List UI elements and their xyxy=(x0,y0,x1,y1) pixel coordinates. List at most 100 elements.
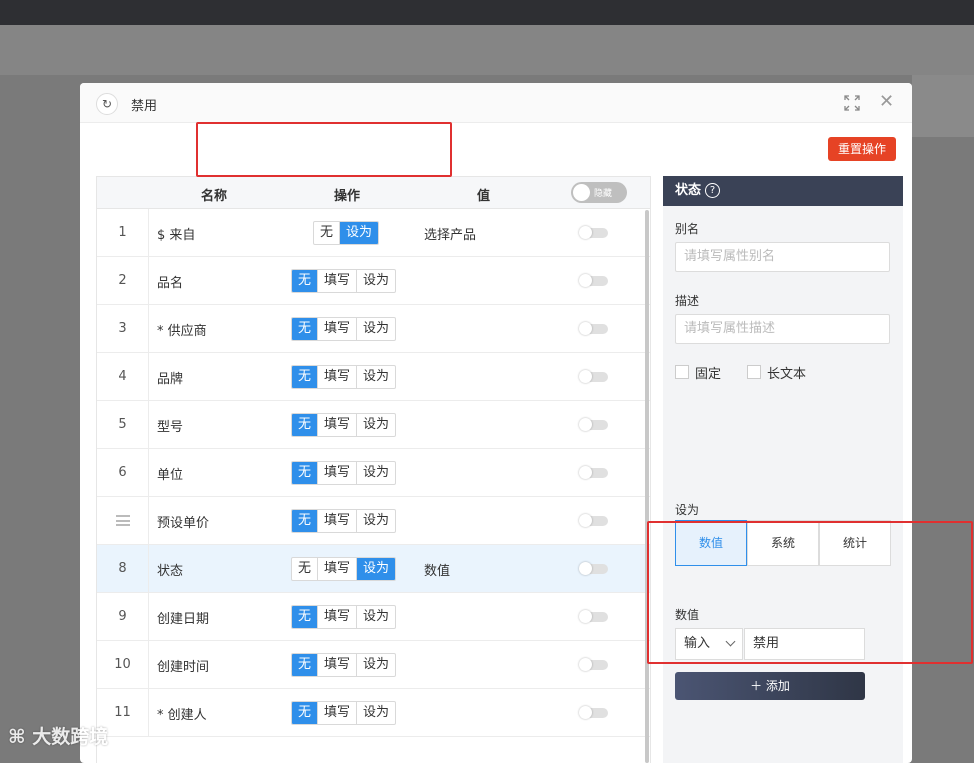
row-toggle[interactable] xyxy=(579,274,608,287)
highlight-box-value xyxy=(647,521,973,664)
row-toggle[interactable] xyxy=(579,226,608,239)
row-toggle[interactable] xyxy=(579,514,608,527)
op-segmented-control: 无填写 设为 xyxy=(291,605,397,629)
table-row[interactable]: 5 型号 无填写 设为 xyxy=(97,401,650,449)
op-segmented-control: 无填写 设为 xyxy=(291,701,397,725)
desc-field[interactable]: 请填写属性描述 xyxy=(675,314,890,344)
op-option[interactable]: 设为 xyxy=(357,606,395,628)
op-option[interactable]: 无 xyxy=(292,606,319,628)
table-row[interactable]: 3 * 供应商 无填写 设为 xyxy=(97,305,650,353)
row-index: 1 xyxy=(97,209,149,256)
op-option[interactable]: 无 xyxy=(292,702,319,724)
hide-toggle[interactable]: 隐藏 xyxy=(571,182,627,203)
fixed-checkbox[interactable] xyxy=(675,365,689,379)
op-option[interactable]: 设为 xyxy=(357,510,395,532)
panel-header: 状态? xyxy=(663,176,903,206)
fullscreen-icon[interactable] xyxy=(843,94,861,112)
desc-label: 描述 xyxy=(675,294,700,308)
row-index xyxy=(97,497,149,544)
op-option[interactable]: 设为 xyxy=(357,270,395,292)
op-option[interactable]: 设为 xyxy=(357,702,395,724)
op-segmented-control: 无设为 xyxy=(313,221,380,245)
table-row[interactable]: 1 $ 来自 无设为 选择产品 xyxy=(97,209,650,257)
row-toggle[interactable] xyxy=(579,370,608,383)
field-name: 品名 xyxy=(157,276,184,291)
op-option[interactable]: 无 xyxy=(292,558,319,580)
op-option[interactable]: 无 xyxy=(292,270,319,292)
scrollbar[interactable] xyxy=(645,210,649,763)
row-index: 6 xyxy=(97,449,149,496)
op-option[interactable]: 填写 xyxy=(318,558,358,580)
alias-field[interactable]: 请填写属性别名 xyxy=(675,242,890,272)
op-option[interactable]: 填写 xyxy=(318,606,358,628)
refresh-icon[interactable]: ↻ xyxy=(96,93,118,115)
op-option[interactable]: 设为 xyxy=(340,222,379,244)
op-option[interactable]: 无 xyxy=(292,462,319,484)
op-option[interactable]: 填写 xyxy=(318,654,358,676)
op-option[interactable]: 填写 xyxy=(318,366,358,388)
row-toggle[interactable] xyxy=(579,466,608,479)
op-option[interactable]: 设为 xyxy=(357,366,395,388)
op-option[interactable]: 无 xyxy=(292,414,319,436)
table-row[interactable]: 2 品名 无填写 设为 xyxy=(97,257,650,305)
op-option[interactable]: 填写 xyxy=(318,270,358,292)
table-row[interactable]: 预设单价 无填写 设为 xyxy=(97,497,650,545)
op-option[interactable]: 设为 xyxy=(357,462,395,484)
field-name: 单位 xyxy=(157,468,184,483)
field-name: * 供应商 xyxy=(157,324,207,339)
add-button[interactable]: ＋ 添加 xyxy=(675,672,865,700)
op-option[interactable]: 填写 xyxy=(318,318,358,340)
modal-title: 禁用 xyxy=(131,99,158,114)
op-segmented-control: 无填写 设为 xyxy=(291,509,397,533)
row-index: 4 xyxy=(97,353,149,400)
row-toggle[interactable] xyxy=(579,562,608,575)
row-index: 8 xyxy=(97,545,149,592)
table-body: 1 $ 来自无设为 选择产品 2 品名无填写 设为 3 * 供应商无填写 设为 4 品牌无填写 设为 5… xyxy=(97,209,650,737)
help-icon[interactable]: ? xyxy=(705,183,721,198)
row-toggle[interactable] xyxy=(579,658,608,671)
field-name: 状态 xyxy=(157,564,184,579)
op-segmented-control: 无填写 设为 xyxy=(291,461,397,485)
table-row[interactable]: 11 * 创建人无填写 设为 xyxy=(97,689,650,737)
table-row[interactable]: 9 创建日期 无填写 设为 xyxy=(97,593,650,641)
close-icon[interactable]: ✕ xyxy=(879,93,894,111)
op-option[interactable]: 无 xyxy=(314,222,341,244)
op-option[interactable]: 填写 xyxy=(318,414,358,436)
row-toggle[interactable] xyxy=(579,706,608,719)
op-segmented-control: 无填写 设为 xyxy=(291,413,397,437)
op-option[interactable]: 设为 xyxy=(357,414,395,436)
app-topbar xyxy=(0,0,974,25)
op-option[interactable]: 无 xyxy=(292,654,319,676)
add-label: 添加 xyxy=(765,679,790,693)
op-option[interactable]: 无 xyxy=(292,510,319,532)
op-segmented-control: 无填写 设为 xyxy=(291,365,397,389)
op-option[interactable]: 无 xyxy=(292,366,319,388)
reset-button[interactable]: 重置操作 xyxy=(828,137,896,161)
background-block xyxy=(912,75,974,137)
op-option[interactable]: 填写 xyxy=(318,510,358,532)
drag-handle-icon[interactable] xyxy=(116,515,130,526)
row-toggle[interactable] xyxy=(579,610,608,623)
table-row[interactable]: 6 单位 无填写 设为 xyxy=(97,449,650,497)
table-row[interactable]: 4 品牌 无填写 设为 xyxy=(97,353,650,401)
setas-label: 设为 xyxy=(675,503,700,517)
field-value[interactable]: 选择产品 xyxy=(424,224,476,243)
table-row[interactable]: 8 状态 无填写 设为 数值 xyxy=(97,545,650,593)
op-option[interactable]: 设为 xyxy=(357,318,395,340)
field-value[interactable]: 数值 xyxy=(424,560,450,579)
longtext-label: 长文本 xyxy=(767,367,807,382)
field-name: $ 来自 xyxy=(157,228,196,243)
op-option[interactable]: 填写 xyxy=(318,462,358,484)
longtext-checkbox[interactable] xyxy=(747,365,761,379)
op-option[interactable]: 填写 xyxy=(318,702,358,724)
op-segmented-control: 无填写 设为 xyxy=(291,269,397,293)
op-option[interactable]: 设为 xyxy=(357,654,395,676)
op-option[interactable]: 设为 xyxy=(357,558,396,580)
table-row[interactable]: 10 创建时间 无填写 设为 xyxy=(97,641,650,689)
alias-label: 别名 xyxy=(675,222,700,236)
row-toggle[interactable] xyxy=(579,418,608,431)
row-toggle[interactable] xyxy=(579,322,608,335)
panel-title: 状态 xyxy=(675,183,702,198)
op-segmented-control: 无填写 设为 xyxy=(291,317,397,341)
op-option[interactable]: 无 xyxy=(292,318,319,340)
